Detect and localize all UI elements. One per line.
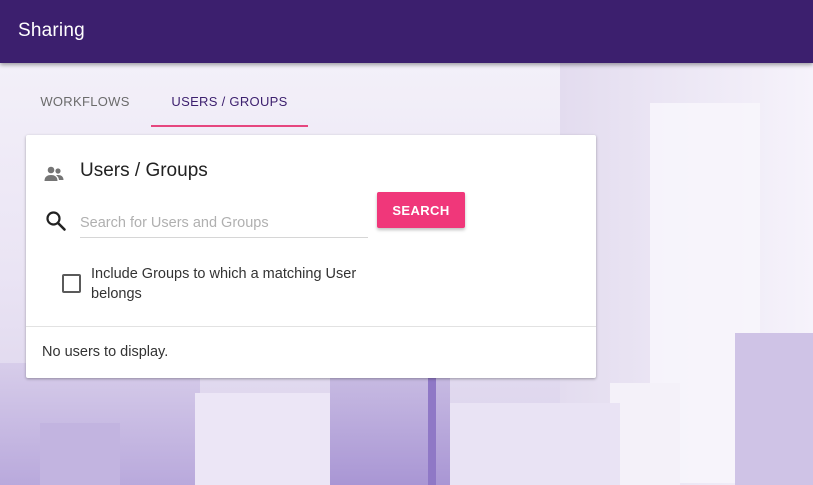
app-title: Sharing — [18, 20, 85, 41]
search-input[interactable] — [80, 211, 368, 238]
people-icon — [43, 164, 65, 184]
card-title: Users / Groups — [80, 160, 208, 181]
tab-workflows[interactable]: WORKFLOWS — [26, 63, 144, 127]
app-bar: Sharing — [0, 0, 813, 63]
tab-users-groups-label: USERS / GROUPS — [171, 94, 288, 109]
search-button[interactable]: SEARCH — [377, 192, 465, 228]
divider — [26, 326, 596, 327]
active-tab-indicator — [151, 125, 308, 127]
search-icon — [45, 210, 67, 232]
tab-workflows-label: WORKFLOWS — [40, 94, 130, 109]
tab-users-groups[interactable]: USERS / GROUPS — [151, 63, 308, 127]
include-groups-label: Include Groups to which a matching User … — [91, 266, 357, 302]
empty-state-message: No users to display. — [42, 344, 169, 360]
users-groups-card: Users / Groups SEARCH Include Groups to … — [26, 135, 596, 378]
tab-bar: WORKFLOWS USERS / GROUPS — [0, 63, 813, 127]
include-groups-checkbox[interactable] — [62, 274, 81, 293]
